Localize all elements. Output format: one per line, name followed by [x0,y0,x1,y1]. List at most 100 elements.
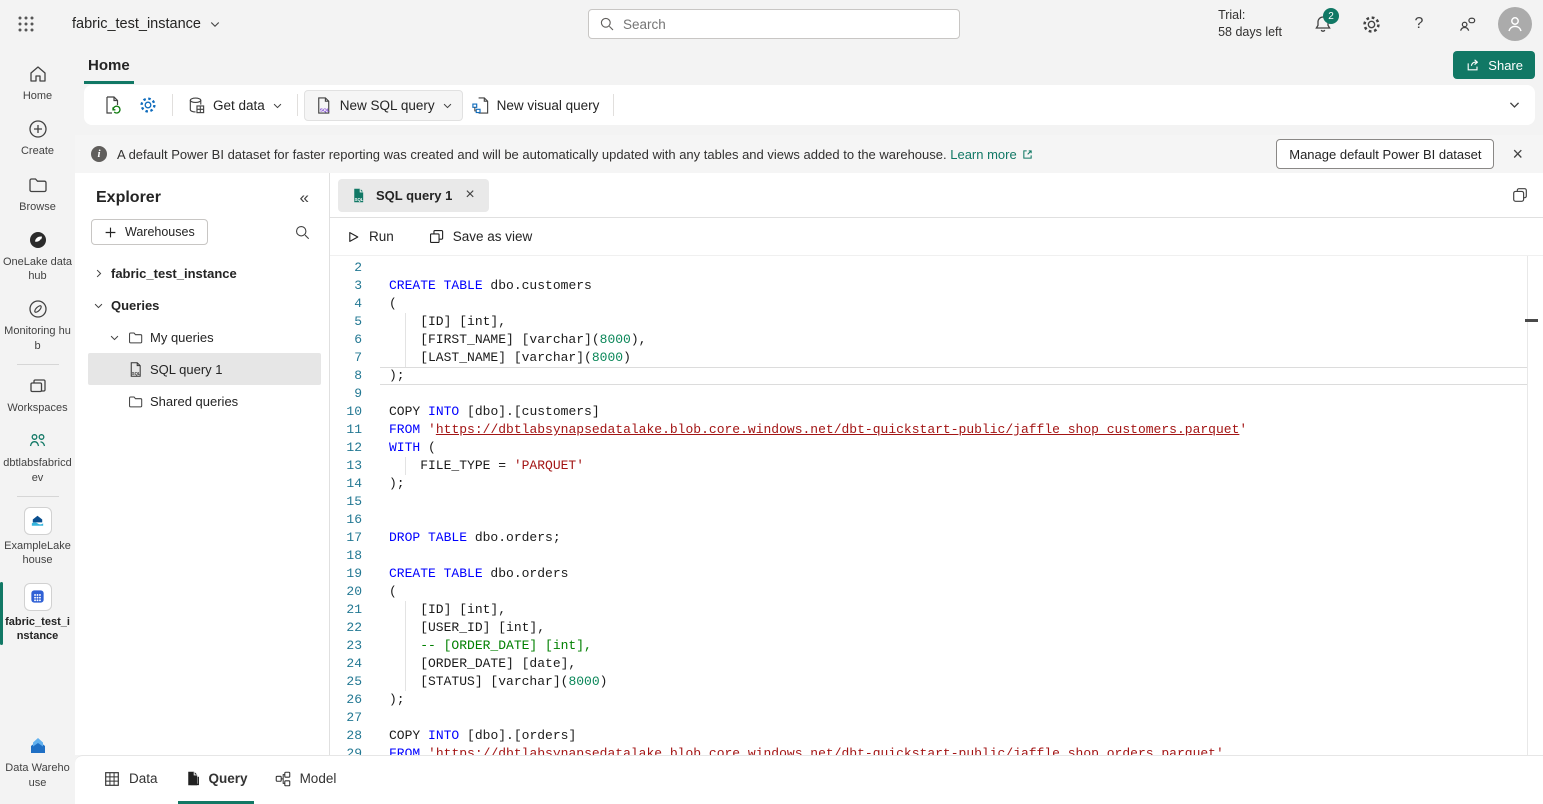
run-button[interactable]: Run [345,229,394,245]
code-text[interactable]: COPY INTO [dbo].[orders] [380,727,1528,745]
code-text[interactable]: [STATUS] [varchar](8000) [380,673,1528,691]
code-line[interactable]: 8); [330,367,1543,385]
code-line[interactable]: 4( [330,295,1543,313]
code-text[interactable] [380,493,1528,511]
code-line[interactable]: 5 [ID] [int], [330,313,1543,331]
close-tab-icon[interactable]: × [461,186,478,204]
code-line[interactable]: 19CREATE TABLE dbo.orders [330,565,1543,583]
rail-item-home[interactable]: Home [0,56,75,111]
code-text[interactable]: COPY INTO [dbo].[customers] [380,403,1528,421]
rail-item-fabric-test-instance[interactable]: fabric_test_instance [0,576,75,652]
code-line[interactable]: 18 [330,547,1543,565]
global-search[interactable] [588,9,960,39]
rail-item-workspaces[interactable]: Workspaces [0,368,75,423]
save-as-view-button[interactable]: Save as view [428,228,533,245]
learn-more-link[interactable]: Learn more [950,147,1033,162]
code-text[interactable]: [ORDER_DATE] [date], [380,655,1528,673]
code-text[interactable]: ); [380,475,1528,493]
code-line[interactable]: 9 [330,385,1543,403]
help-button[interactable]: ? [1402,7,1436,41]
view-tab-query[interactable]: Query [178,756,254,804]
code-text[interactable]: ); [380,691,1528,709]
code-line[interactable]: 27 [330,709,1543,727]
app-launcher-icon[interactable] [4,0,48,48]
code-line[interactable]: 7 [LAST_NAME] [varchar](8000) [330,349,1543,367]
code-line[interactable]: 22 [USER_ID] [int], [330,619,1543,637]
code-text[interactable]: WITH ( [380,439,1528,457]
view-tab-model[interactable]: Model [268,756,343,804]
code-line[interactable]: 28COPY INTO [dbo].[orders] [330,727,1543,745]
code-text[interactable]: [LAST_NAME] [varchar](8000) [380,349,1528,367]
code-text[interactable]: [ID] [int], [380,601,1528,619]
code-text[interactable]: [ID] [int], [380,313,1528,331]
rail-item-monitoring-hub[interactable]: Monitoring hub [0,291,75,361]
code-line[interactable]: 29FROM 'https://dbtlabsynapsedatalake.bl… [330,745,1543,755]
workspace-switcher[interactable]: fabric_test_instance [72,16,221,32]
code-text[interactable]: FROM 'https://dbtlabsynapsedatalake.blob… [380,421,1528,439]
code-text[interactable] [380,709,1528,727]
query-tab-sql-query-1[interactable]: SQL SQL query 1 × [338,179,489,212]
share-button[interactable]: Share [1453,51,1535,79]
code-text[interactable] [380,385,1528,403]
search-icon[interactable] [294,224,311,241]
settings-button[interactable] [1354,7,1388,41]
rail-item-data-warehouse[interactable]: Data Warehouse [0,726,75,804]
code-line[interactable]: 20( [330,583,1543,601]
get-data-button[interactable]: Get data [179,90,291,121]
feedback-button[interactable] [1450,7,1484,41]
code-text[interactable]: DROP TABLE dbo.orders; [380,529,1528,547]
tree-item-sql-query-1[interactable]: SQL SQL query 1 [88,353,321,385]
code-text[interactable] [380,511,1528,529]
manage-dataset-button[interactable]: Manage default Power BI dataset [1276,139,1494,169]
code-text[interactable] [380,547,1528,565]
search-input[interactable] [623,17,949,32]
collapse-explorer-icon[interactable]: « [300,188,309,208]
code-line[interactable]: 23 -- [ORDER_DATE] [int], [330,637,1543,655]
new-sql-query-button[interactable]: SQL New SQL query [304,90,463,121]
view-tab-data[interactable]: Data [97,756,164,804]
code-line[interactable]: 10COPY INTO [dbo].[customers] [330,403,1543,421]
rail-item-browse[interactable]: Browse [0,167,75,222]
tree-item-queries[interactable]: Queries [75,289,329,321]
sql-code-editor[interactable]: 23CREATE TABLE dbo.customers4(5 [ID] [in… [330,256,1543,755]
rail-item-onelake-data-hub[interactable]: OneLake data hub [0,222,75,292]
code-line[interactable]: 13 FILE_TYPE = 'PARQUET' [330,457,1543,475]
code-line[interactable]: 25 [STATUS] [varchar](8000) [330,673,1543,691]
tab-home[interactable]: Home [84,57,134,84]
code-line[interactable]: 3CREATE TABLE dbo.customers [330,277,1543,295]
code-text[interactable]: CREATE TABLE dbo.customers [380,277,1528,295]
code-text[interactable]: FROM 'https://dbtlabsynapsedatalake.blob… [380,745,1528,755]
code-line[interactable]: 16 [330,511,1543,529]
code-text[interactable]: [FIRST_NAME] [varchar](8000), [380,331,1528,349]
code-text[interactable]: ); [380,367,1528,385]
code-line[interactable]: 21 [ID] [int], [330,601,1543,619]
new-visual-query-button[interactable]: New visual query [463,90,608,121]
account-avatar[interactable] [1498,7,1532,41]
code-text[interactable]: -- [ORDER_DATE] [int], [380,637,1528,655]
rail-item-dbtlabsfabricdev[interactable]: dbtlabsfabricdev [0,423,75,493]
code-text[interactable]: ( [380,295,1528,313]
tree-item-warehouse[interactable]: fabric_test_instance [75,257,329,289]
add-warehouses-button[interactable]: Warehouses [91,219,208,245]
rail-item-examplelakehouse[interactable]: ExampleLakehouse [0,500,75,576]
code-line[interactable]: 14); [330,475,1543,493]
code-text[interactable]: FILE_TYPE = 'PARQUET' [380,457,1528,475]
ribbon-collapse-button[interactable] [1508,98,1521,111]
code-line[interactable]: 12WITH ( [330,439,1543,457]
tree-item-my-queries[interactable]: My queries [75,321,329,353]
refresh-button[interactable] [94,89,130,121]
notifications-button[interactable]: 2 [1306,7,1340,41]
rail-item-create[interactable]: Create [0,111,75,166]
code-line[interactable]: 26); [330,691,1543,709]
code-text[interactable]: ( [380,583,1528,601]
code-text[interactable] [380,259,1528,277]
code-line[interactable]: 15 [330,493,1543,511]
code-line[interactable]: 24 [ORDER_DATE] [date], [330,655,1543,673]
overview-ruler[interactable] [1527,256,1528,755]
code-text[interactable]: [USER_ID] [int], [380,619,1528,637]
code-text[interactable]: CREATE TABLE dbo.orders [380,565,1528,583]
code-line[interactable]: 6 [FIRST_NAME] [varchar](8000), [330,331,1543,349]
banner-close-icon[interactable]: × [1504,145,1531,163]
settings-toolbar-button[interactable] [130,89,166,121]
code-line[interactable]: 11FROM 'https://dbtlabsynapsedatalake.bl… [330,421,1543,439]
